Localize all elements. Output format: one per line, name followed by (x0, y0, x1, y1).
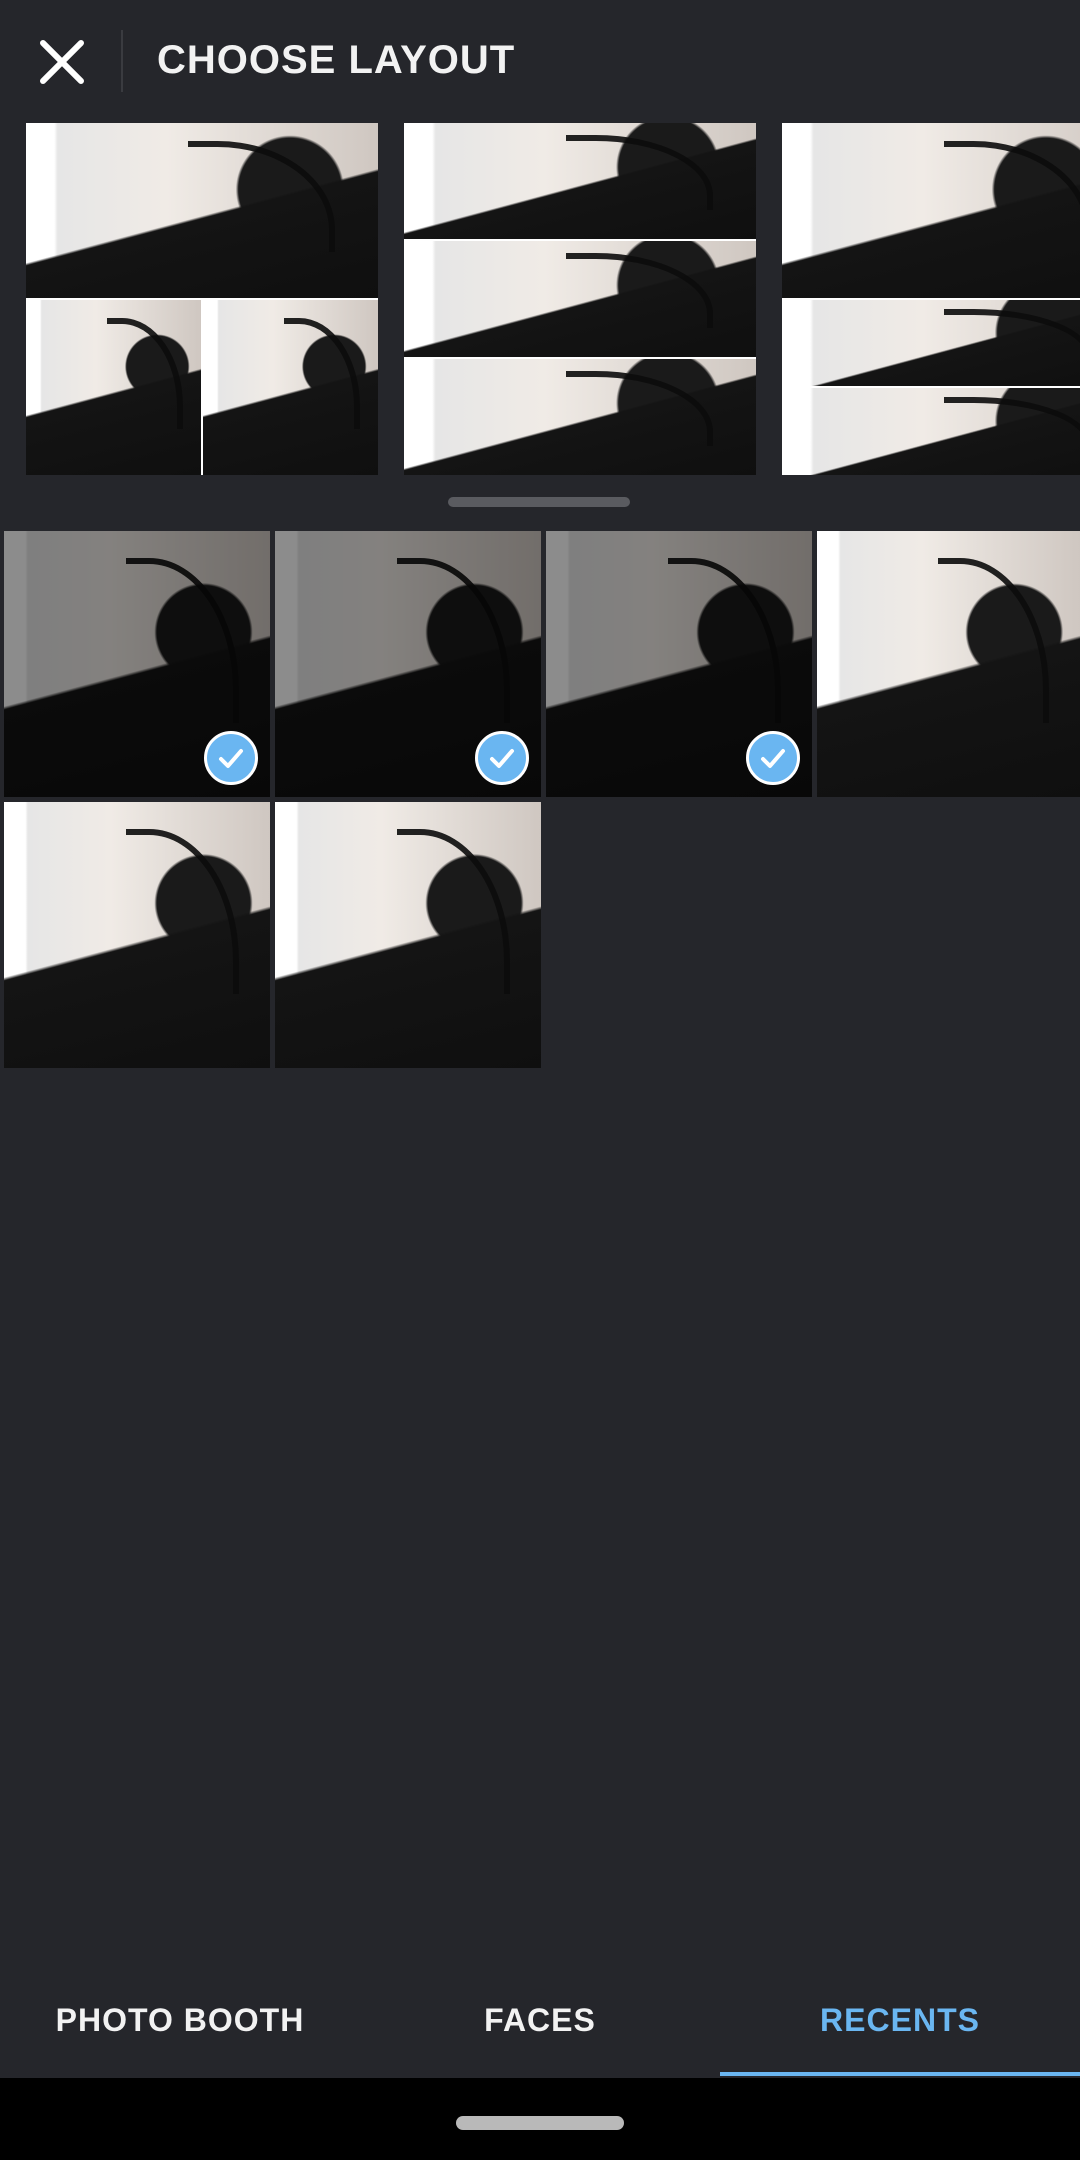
check-icon (204, 731, 258, 785)
layout-option-one-top-two-bottom[interactable] (26, 123, 378, 475)
photo-tile[interactable] (275, 531, 541, 797)
tab-photo-booth[interactable]: PHOTO BOOTH (0, 1962, 360, 2078)
layout-slot (404, 241, 756, 357)
layout-slot (203, 300, 378, 475)
layout-slot (782, 300, 1080, 386)
bottom-tabs: PHOTO BOOTH FACES RECENTS (0, 1962, 1080, 2078)
system-nav-bar (0, 2078, 1080, 2160)
drag-handle[interactable] (448, 497, 630, 507)
photo-tile[interactable] (817, 531, 1080, 797)
layout-slot (404, 123, 756, 239)
layout-options (0, 123, 1080, 475)
tab-recents[interactable]: RECENTS (720, 1962, 1080, 2078)
layout-slot (782, 388, 1080, 475)
photo-thumbnail (4, 802, 270, 1068)
layout-slot (404, 359, 756, 475)
tab-faces[interactable]: FACES (360, 1962, 720, 2078)
photo-thumbnail (817, 531, 1080, 797)
layout-slot (26, 300, 201, 475)
check-icon (746, 731, 800, 785)
header-divider (121, 30, 123, 92)
close-icon (40, 40, 84, 84)
check-icon (475, 731, 529, 785)
close-button[interactable] (30, 26, 94, 98)
photo-thumbnail (275, 802, 541, 1068)
photo-tile[interactable] (275, 802, 541, 1068)
photo-tile[interactable] (4, 531, 270, 797)
home-gesture-bar[interactable] (456, 2116, 624, 2130)
layout-slot (26, 123, 378, 298)
photo-tile[interactable] (546, 531, 812, 797)
header: CHOOSE LAYOUT (0, 0, 1080, 124)
layout-option-one-top-two-stacked[interactable] (782, 123, 1080, 475)
page-title: CHOOSE LAYOUT (157, 38, 516, 82)
layout-slot (782, 123, 1080, 298)
layout-option-three-stacked[interactable] (404, 123, 756, 475)
active-tab-indicator (720, 2072, 1080, 2076)
photo-tile[interactable] (4, 802, 270, 1068)
